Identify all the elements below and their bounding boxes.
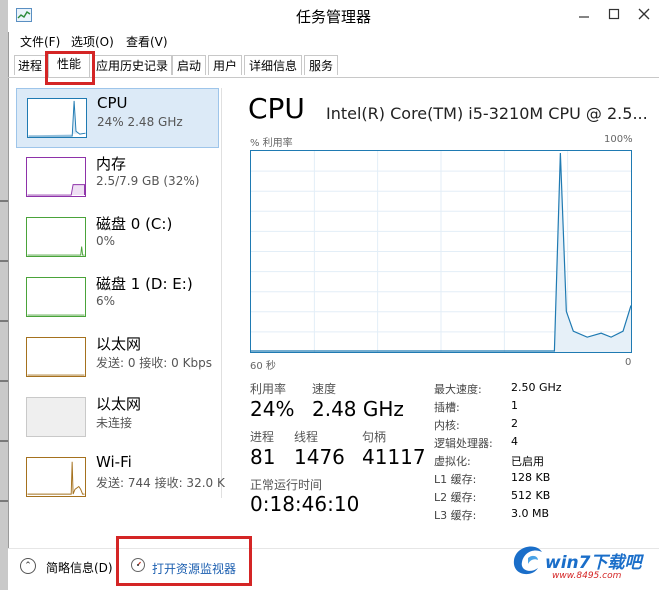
resource-title: 磁盘 0 (C:)	[96, 215, 173, 233]
ethernet2-thumbnail-graph	[26, 397, 86, 437]
resource-subtitle: 发送: 0 接收: 0 Kbps	[96, 356, 212, 370]
speed-label: 速度	[312, 382, 337, 396]
uptime-label: 正常运行时间	[250, 478, 323, 492]
cpu-thumbnail-graph	[27, 98, 87, 138]
utilization-value: 24%	[250, 397, 295, 421]
disk1-thumbnail-graph	[26, 277, 86, 317]
speed-value: 2.48 GHz	[312, 397, 404, 421]
graph-gridlines	[251, 151, 631, 352]
handles-value: 41117	[362, 445, 426, 469]
resource-monitor-icon	[131, 558, 145, 572]
close-icon	[638, 8, 650, 20]
resource-title: CPU	[97, 94, 128, 112]
tab-app-history[interactable]: 应用历史记录	[92, 55, 172, 75]
tab-startup[interactable]: 启动	[172, 55, 206, 75]
title-bar: 任务管理器	[8, 0, 659, 32]
watermark-text: win7下载吧	[545, 553, 642, 573]
processes-label: 进程	[250, 430, 275, 444]
window-title: 任务管理器	[295, 8, 371, 26]
spec-label: 内核:	[434, 419, 460, 432]
watermark-url: www.8495.com	[552, 571, 622, 581]
cpu-utilization-graph	[250, 150, 632, 353]
resource-subtitle: 0%	[96, 234, 116, 248]
spec-value: 3.0 MB	[511, 507, 550, 520]
detail-title: CPU	[248, 92, 305, 125]
desktop-edge	[0, 0, 8, 590]
resource-title: 以太网	[96, 395, 142, 413]
spec-value: 4	[511, 435, 518, 448]
memory-thumbnail-graph	[26, 157, 86, 197]
resource-item-wifi[interactable]: Wi-Fi 发送: 744 接收: 32.0 K	[16, 448, 225, 508]
spec-label: 逻辑处理器:	[434, 437, 493, 450]
resource-title: 磁盘 1 (D: E:)	[96, 275, 193, 293]
tab-services[interactable]: 服务	[304, 55, 338, 75]
fewer-details-chevron-up-icon[interactable]: ⌃	[20, 558, 36, 574]
spec-value: 已启用	[511, 455, 544, 468]
spec-value: 128 KB	[511, 471, 551, 484]
minimize-button[interactable]	[568, 2, 600, 26]
tab-strip: 进程 性能 应用历史记录 启动 用户 详细信息 服务	[8, 53, 659, 78]
tab-details[interactable]: 详细信息	[244, 55, 302, 75]
resource-title: 内存	[96, 155, 127, 173]
graph-x-axis-right: 0	[625, 357, 632, 368]
menu-view[interactable]: 查看(V)	[126, 33, 168, 50]
graph-y-axis-max: 100%	[604, 134, 633, 145]
spec-value: 2	[511, 417, 518, 430]
cpu-model-name: Intel(R) Core(TM) i5-3210M CPU @ 2.5...	[326, 104, 648, 123]
spec-label: 插槽:	[434, 401, 460, 414]
spec-value: 1	[511, 399, 518, 412]
menu-bar: 文件(F) 选项(O) 查看(V)	[8, 32, 659, 52]
resource-item-cpu[interactable]: CPU 24% 2.48 GHz	[16, 88, 219, 148]
resource-item-ethernet-1[interactable]: 以太网 发送: 0 接收: 0 Kbps	[16, 328, 219, 388]
menu-file[interactable]: 文件(F)	[20, 33, 60, 50]
wifi-thumbnail-graph	[26, 457, 86, 497]
handles-label: 句柄	[362, 430, 387, 444]
open-resource-monitor-link[interactable]: 打开资源监视器	[152, 560, 236, 577]
spec-value: 512 KB	[511, 489, 551, 502]
utilization-label: 利用率	[250, 382, 287, 396]
ethernet1-thumbnail-graph	[26, 337, 86, 377]
threads-label: 线程	[294, 430, 319, 444]
resource-subtitle: 未连接	[96, 416, 133, 430]
minimize-icon	[579, 16, 589, 18]
resource-subtitle: 发送: 744 接收: 32.0 K	[96, 476, 225, 490]
tab-users[interactable]: 用户	[208, 55, 242, 75]
resource-subtitle: 6%	[96, 294, 116, 308]
disk0-thumbnail-graph	[26, 217, 86, 257]
resource-subtitle: 24% 2.48 GHz	[97, 115, 183, 129]
graph-y-axis-label: % 利用率	[250, 138, 293, 149]
tab-highlight-box	[45, 51, 95, 85]
spec-label: L1 缓存:	[434, 473, 477, 486]
resource-title: Wi-Fi	[96, 453, 132, 471]
close-button[interactable]	[628, 2, 659, 26]
threads-value: 1476	[294, 445, 345, 469]
resource-item-memory[interactable]: 内存 2.5/7.9 GB (32%)	[16, 148, 219, 208]
spec-label: L3 缓存:	[434, 509, 477, 522]
resource-list: CPU 24% 2.48 GHz 内存 2.5/7.9 GB (32%) 磁盘 …	[16, 88, 225, 498]
spec-value: 2.50 GHz	[511, 381, 562, 394]
graph-x-axis-left: 60 秒	[250, 361, 276, 372]
processes-value: 81	[250, 445, 276, 469]
maximize-button[interactable]	[598, 2, 630, 26]
uptime-value: 0:18:46:10	[250, 492, 360, 516]
resource-title: 以太网	[96, 335, 142, 353]
resource-item-disk-0[interactable]: 磁盘 0 (C:) 0%	[16, 208, 219, 268]
spec-label: 虚拟化:	[434, 455, 471, 468]
maximize-icon	[608, 8, 620, 20]
spec-label: L2 缓存:	[434, 491, 477, 504]
tab-processes[interactable]: 进程	[14, 55, 46, 75]
fewer-details-link[interactable]: 简略信息(D)	[46, 559, 113, 576]
watermark-logo-icon	[513, 546, 542, 575]
resource-subtitle: 2.5/7.9 GB (32%)	[96, 174, 200, 188]
resource-item-ethernet-2[interactable]: 以太网 未连接	[16, 388, 219, 448]
spec-label: 最大速度:	[434, 383, 482, 396]
menu-options[interactable]: 选项(O)	[71, 33, 114, 50]
resource-item-disk-1[interactable]: 磁盘 1 (D: E:) 6%	[16, 268, 219, 328]
